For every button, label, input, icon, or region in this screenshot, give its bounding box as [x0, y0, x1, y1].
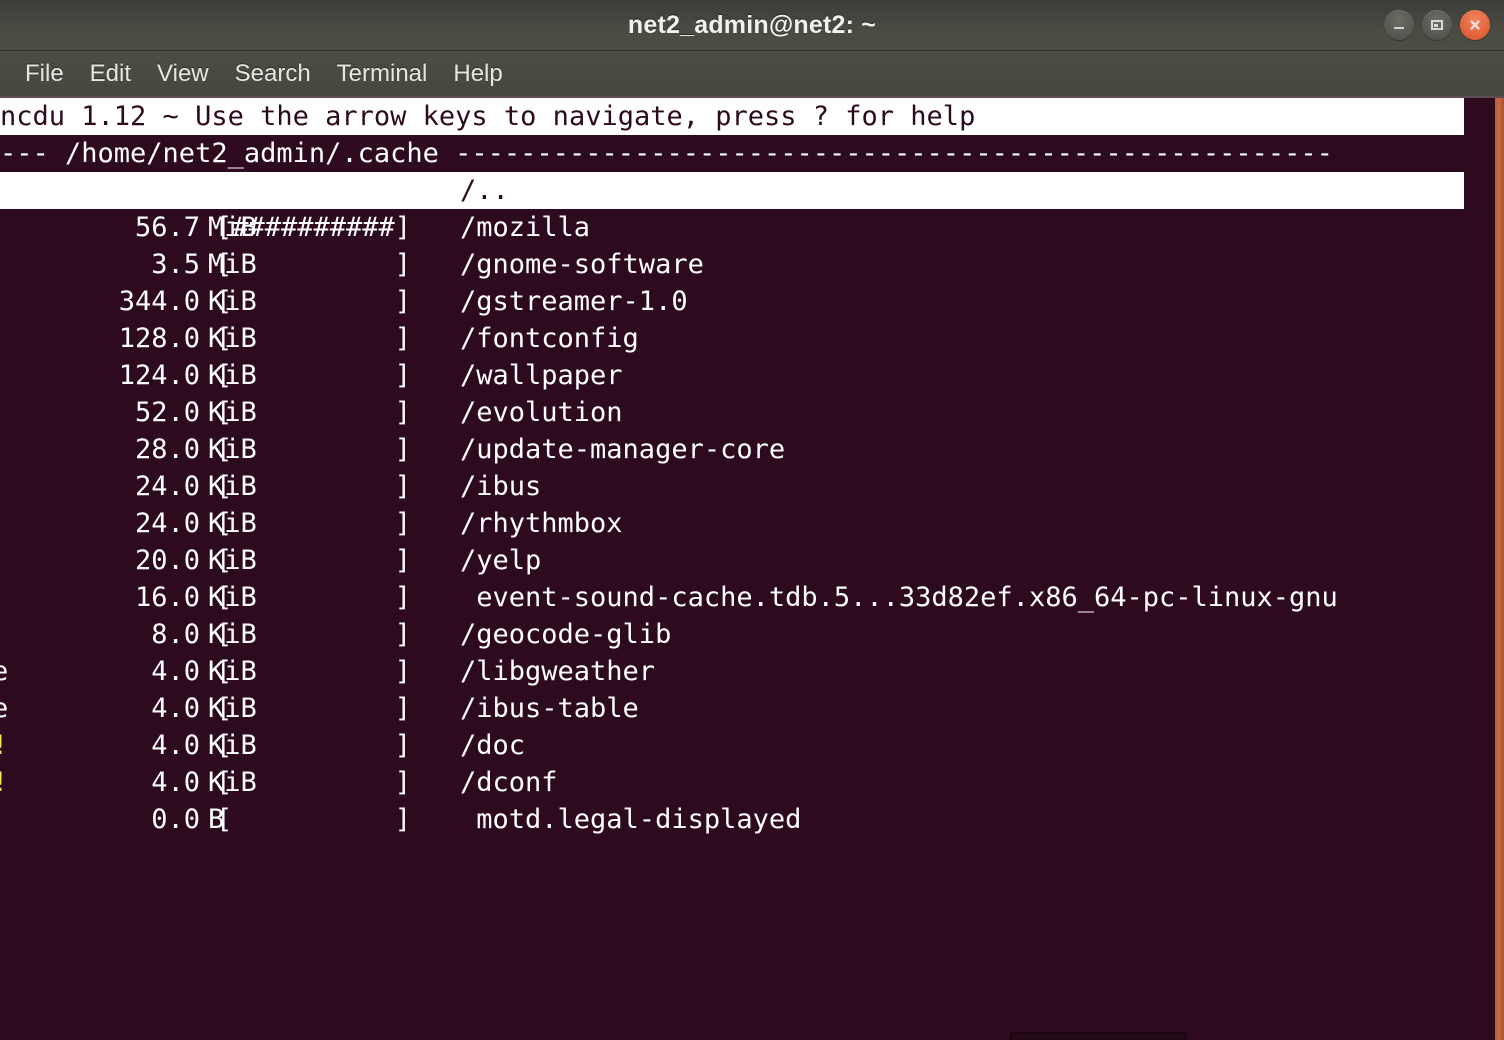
menubar: File Edit View Search Terminal Help	[0, 51, 1504, 98]
row-directory-name: /mozilla	[460, 212, 591, 243]
menu-edit[interactable]: Edit	[77, 58, 144, 90]
row-usage-bar: [ ]	[216, 286, 412, 317]
row-usage-bar: [ ]	[216, 545, 412, 576]
table-row[interactable]: 8.0 KiB[ ]/geocode-glib	[0, 616, 1504, 653]
row-usage-bar: [ ]	[216, 656, 412, 687]
row-usage-bar: [ ]	[216, 249, 412, 280]
row-usage-bar: [ ]	[216, 767, 412, 798]
ncdu-path-line: --- /home/net2_admin/.cache ------------…	[0, 135, 1464, 172]
ncdu-parent-row[interactable]: /..	[0, 172, 1464, 209]
partial-popup-outline	[1010, 1032, 1187, 1040]
row-usage-bar: [ ]	[216, 804, 412, 835]
menu-search[interactable]: Search	[222, 58, 324, 90]
row-size: 124.0	[118, 360, 200, 391]
minimize-button[interactable]	[1384, 10, 1414, 40]
terminal-right-gap	[1464, 98, 1495, 1040]
row-directory-name: /gstreamer-1.0	[460, 286, 688, 317]
close-button[interactable]	[1460, 10, 1490, 40]
table-row[interactable]: e 4.0 KiB[ ]/ibus-table	[0, 690, 1504, 727]
row-usage-bar: [ ]	[216, 434, 412, 465]
table-row[interactable]: 128.0 KiB[ ]/fontconfig	[0, 320, 1504, 357]
row-directory-name: /wallpaper	[460, 360, 623, 391]
maximize-button[interactable]	[1422, 10, 1452, 40]
row-size: 4.0	[151, 693, 200, 724]
ncdu-header-line: ncdu 1.12 ~ Use the arrow keys to naviga…	[0, 98, 1464, 135]
row-size: 4.0	[151, 767, 200, 798]
row-usage-bar: [##########]	[216, 212, 412, 243]
row-directory-name: /dconf	[460, 767, 558, 798]
row-directory-name: /yelp	[460, 545, 542, 576]
table-row[interactable]: 124.0 KiB[ ]/wallpaper	[0, 357, 1504, 394]
row-directory-name: /ibus	[460, 471, 542, 502]
table-row[interactable]: 28.0 KiB[ ]/update-manager-core	[0, 431, 1504, 468]
table-row[interactable]: 20.0 KiB[ ]/yelp	[0, 542, 1504, 579]
menu-view[interactable]: View	[144, 58, 222, 90]
row-size: 16.0	[134, 582, 200, 613]
row-file-name: motd.legal-displayed	[460, 804, 802, 835]
row-usage-bar: [ ]	[216, 619, 412, 650]
terminal-scrollbar[interactable]	[1495, 98, 1504, 1040]
table-row[interactable]: e 4.0 KiB[ ]/libgweather	[0, 653, 1504, 690]
row-size: 24.0	[134, 508, 200, 539]
table-row[interactable]: 344.0 KiB[ ]/gstreamer-1.0	[0, 283, 1504, 320]
row-directory-name: /fontconfig	[460, 323, 639, 354]
row-usage-bar: [ ]	[216, 582, 412, 613]
table-row[interactable]: 24.0 KiB[ ]/ibus	[0, 468, 1504, 505]
row-size: 56.7	[134, 212, 200, 243]
row-directory-name: /rhythmbox	[460, 508, 623, 539]
row-size: 4.0	[151, 656, 200, 687]
row-usage-bar: [ ]	[216, 323, 412, 354]
menu-help[interactable]: Help	[440, 58, 515, 90]
window-controls	[1384, 10, 1490, 40]
row-usage-bar: [ ]	[216, 693, 412, 724]
row-directory-name: /libgweather	[460, 656, 656, 687]
table-row[interactable]: 24.0 KiB[ ]/rhythmbox	[0, 505, 1504, 542]
row-size: 128.0	[118, 323, 200, 354]
titlebar: net2_admin@net2: ~	[0, 0, 1504, 51]
row-usage-bar: [ ]	[216, 360, 412, 391]
minimize-icon	[1394, 27, 1404, 29]
parent-dir-label: /..	[460, 175, 509, 206]
row-file-name: event-sound-cache.tdb.5...33d82ef.x86_64…	[460, 582, 1338, 613]
terminal-screen[interactable]: ncdu 1.12 ~ Use the arrow keys to naviga…	[0, 98, 1504, 1040]
row-size: 28.0	[134, 434, 200, 465]
table-row[interactable]: !4.0KiB[ ]/doc	[0, 727, 1504, 764]
ncdu-file-list: 56.7 MiB [##########]/mozilla 3.5 MiB[ ]/gno…	[0, 209, 1504, 838]
menu-terminal[interactable]: Terminal	[324, 58, 441, 90]
table-row[interactable]: 56.7 MiB [##########]/mozilla	[0, 209, 1504, 246]
table-row[interactable]: 16.0 KiB[ ] event-sound-cache.tdb.5...33d…	[0, 579, 1504, 616]
row-directory-name: /doc	[460, 730, 526, 761]
terminal-window: net2_admin@net2: ~ File Edit View Search…	[0, 0, 1504, 1040]
row-size: 344.0	[118, 286, 200, 317]
row-size: 52.0	[134, 397, 200, 428]
row-size: 0.0	[151, 804, 200, 835]
table-row[interactable]: 0.0 B[ ] motd.legal-displayed	[0, 801, 1504, 838]
row-usage-bar: [ ]	[216, 730, 412, 761]
row-directory-name: /gnome-software	[460, 249, 704, 280]
row-usage-bar: [ ]	[216, 471, 412, 502]
window-title: net2_admin@net2: ~	[627, 10, 877, 39]
table-row[interactable]: 3.5 MiB[ ]/gnome-software	[0, 246, 1504, 283]
row-directory-name: /update-manager-core	[460, 434, 786, 465]
row-size: 4.0	[151, 730, 200, 761]
row-size: 24.0	[134, 471, 200, 502]
row-size: 8.0	[151, 619, 200, 650]
close-icon	[1470, 20, 1480, 30]
row-usage-bar: [ ]	[216, 508, 412, 539]
row-directory-name: /ibus-table	[460, 693, 639, 724]
row-size: 20.0	[134, 545, 200, 576]
row-usage-bar: [ ]	[216, 397, 412, 428]
table-row[interactable]: !4.0KiB[ ]/dconf	[0, 764, 1504, 801]
maximize-icon	[1431, 20, 1443, 30]
row-directory-name: /evolution	[460, 397, 623, 428]
row-directory-name: /geocode-glib	[460, 619, 672, 650]
table-row[interactable]: 52.0 KiB[ ]/evolution	[0, 394, 1504, 431]
menu-file[interactable]: File	[12, 58, 77, 90]
row-size: 3.5	[151, 249, 200, 280]
